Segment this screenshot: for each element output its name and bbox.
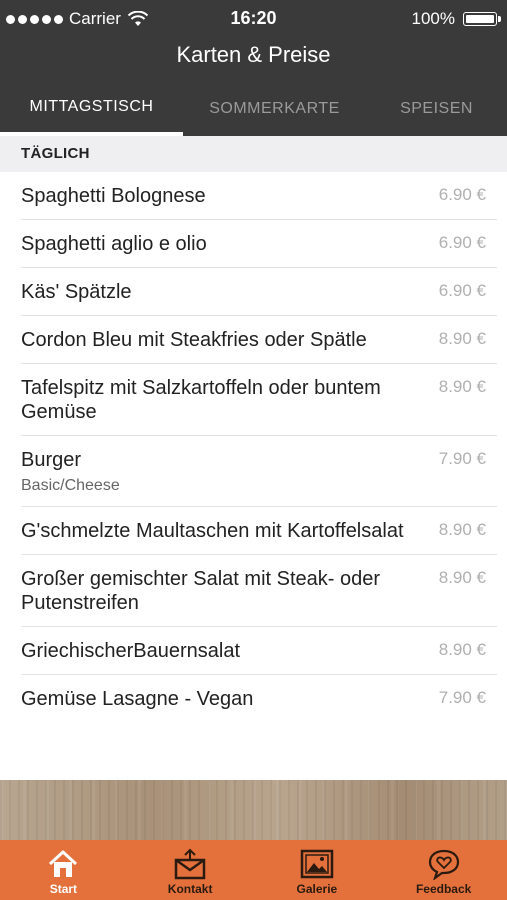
tabbar-item-galerie[interactable]: Galerie: [254, 840, 381, 900]
tabbar-item-kontakt[interactable]: Kontakt: [127, 840, 254, 900]
menu-item[interactable]: GriechischerBauernsalat 8.90 €: [0, 627, 507, 675]
tab-mittagstisch[interactable]: MITTAGSTISCH: [0, 78, 183, 136]
item-price: 7.90 €: [438, 688, 486, 707]
menu-item[interactable]: Großer gemischter Salat mit Steak- oder …: [0, 555, 507, 627]
item-price: 6.90 €: [438, 185, 486, 204]
gallery-icon: [300, 849, 334, 879]
menu-list: Spaghetti Bolognese 6.90 € Spaghetti agl…: [0, 172, 507, 723]
menu-item[interactable]: Burger Basic/Cheese 7.90 €: [0, 436, 507, 507]
item-name: Großer gemischter Salat mit Steak- oder …: [21, 568, 381, 614]
menu-item[interactable]: Tafelspitz mit Salzkartoffeln oder bunte…: [0, 364, 507, 436]
battery-icon: [463, 12, 501, 26]
tabbar-label: Galerie: [296, 882, 338, 896]
item-name: Spaghetti Bolognese: [21, 185, 206, 207]
item-price: 8.90 €: [438, 640, 486, 659]
tabbar-label: Feedback: [415, 882, 472, 896]
menu-item[interactable]: G'schmelzte Maultaschen mit Kartoffelsal…: [0, 507, 507, 555]
item-name: Tafelspitz mit Salzkartoffeln oder bunte…: [21, 377, 381, 423]
item-name: Käs' Spätzle: [21, 281, 132, 303]
item-name: GriechischerBauernsalat: [21, 640, 240, 662]
item-price: 6.90 €: [438, 233, 486, 252]
menu-item[interactable]: Spaghetti aglio e olio 6.90 €: [0, 220, 507, 268]
tabbar-item-start[interactable]: Start: [0, 840, 127, 900]
item-price: 8.90 €: [438, 377, 486, 396]
menu-item[interactable]: Gemüse Lasagne - Vegan 7.90 €: [0, 675, 507, 723]
wood-background: [0, 780, 507, 840]
section-header: TÄGLICH: [0, 136, 507, 172]
item-price: 8.90 €: [438, 520, 486, 539]
item-subtitle: Basic/Cheese: [21, 477, 120, 494]
item-name: Cordon Bleu mit Steakfries oder Spätle: [21, 329, 367, 351]
menu-tabs: MITTAGSTISCH SOMMERKARTE SPEISEN: [0, 78, 507, 136]
feedback-icon: [428, 849, 459, 880]
item-price: 8.90 €: [438, 329, 486, 348]
item-name: Spaghetti aglio e olio: [21, 233, 207, 255]
item-name: Gemüse Lasagne - Vegan: [21, 688, 254, 710]
menu-item[interactable]: Cordon Bleu mit Steakfries oder Spätle 8…: [0, 316, 507, 364]
tab-sommerkarte[interactable]: SOMMERKARTE: [183, 78, 366, 136]
menu-item[interactable]: Spaghetti Bolognese 6.90 €: [0, 172, 507, 220]
item-name: G'schmelzte Maultaschen mit Kartoffelsal…: [21, 520, 404, 542]
tabbar-item-feedback[interactable]: Feedback: [380, 840, 507, 900]
navigation-bar: Karten & Preise: [0, 38, 507, 78]
home-icon: [49, 850, 78, 877]
mail-icon: [174, 848, 206, 880]
item-name: Burger: [21, 449, 82, 471]
menu-item[interactable]: Käs' Spätzle 6.90 €: [0, 268, 507, 316]
battery-group: 100%: [411, 9, 501, 29]
battery-percentage: 100%: [411, 9, 455, 28]
item-price: 6.90 €: [438, 281, 486, 300]
tabbar-label: Kontakt: [167, 882, 213, 896]
item-price: 7.90 €: [438, 449, 486, 468]
item-price: 8.90 €: [438, 568, 486, 587]
tabbar-label: Start: [49, 882, 78, 896]
tab-speisen[interactable]: SPEISEN: [366, 78, 507, 136]
bottom-tab-bar: Start Kontakt Galerie Feedback: [0, 840, 507, 900]
status-bar: Carrier 16:20 100%: [0, 0, 507, 38]
page-title: Karten & Preise: [176, 42, 331, 67]
